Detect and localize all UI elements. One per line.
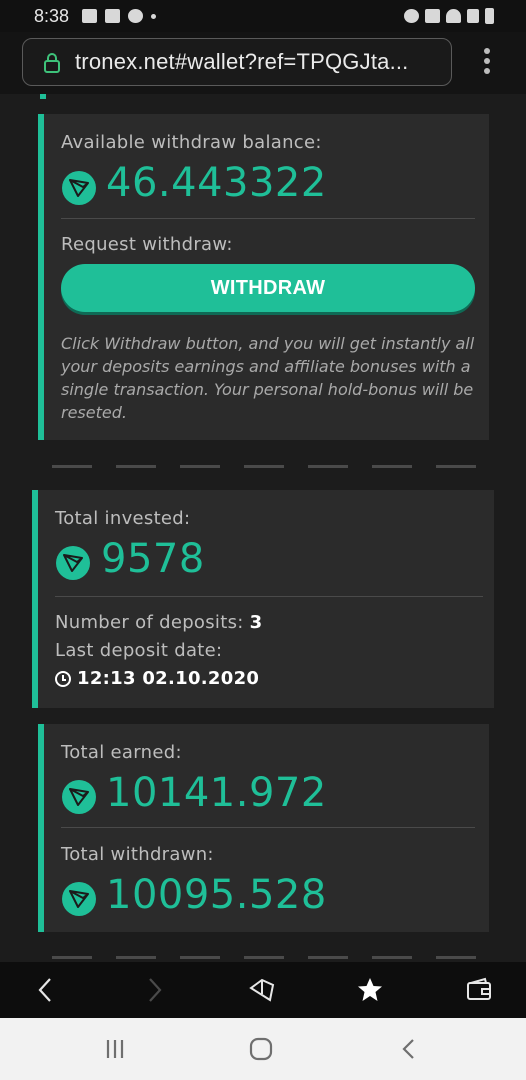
browser-menu-icon[interactable]	[480, 48, 494, 78]
tron-coin-icon	[62, 171, 96, 205]
browser-address-bar: tronex.net#wallet?ref=TPQGJta...	[0, 32, 526, 94]
store-notification-icon	[105, 9, 120, 23]
clock-icon	[55, 671, 71, 687]
total-withdrawn-value: 10095.528	[106, 872, 327, 918]
wifi-icon	[446, 9, 461, 23]
url-text: tronex.net#wallet?ref=TPQGJta...	[75, 49, 409, 74]
notification-icons	[82, 9, 156, 23]
total-invested-label: Total invested:	[55, 508, 191, 529]
status-bar: 8:38	[0, 0, 526, 32]
page-content: Available withdraw balance: 46.443322 Re…	[0, 94, 526, 962]
divider	[55, 596, 483, 597]
total-earned-value: 10141.972	[106, 770, 327, 816]
lock-icon	[44, 53, 60, 73]
bookmark-star-icon[interactable]	[356, 976, 384, 1004]
android-nav-bar	[0, 1018, 526, 1080]
recent-apps-icon[interactable]	[102, 1036, 128, 1062]
home-icon[interactable]	[248, 1036, 274, 1062]
nav-back-icon[interactable]	[396, 1036, 422, 1062]
available-balance-value: 46.443322	[106, 160, 327, 206]
total-invested-value: 9578	[101, 536, 205, 582]
invested-card: Total invested: 9578 Number of deposits:…	[32, 490, 494, 708]
divider	[61, 218, 475, 219]
vpn-shield-icon[interactable]	[248, 976, 276, 1004]
last-deposit-row: 12:13 02.10.2020	[55, 668, 259, 689]
gallery-notification-icon	[82, 9, 97, 23]
system-icons	[404, 8, 494, 24]
tron-coin-icon	[56, 546, 90, 580]
number-of-deposits-row: Number of deposits: 3	[55, 612, 262, 633]
alarm-icon	[404, 9, 419, 23]
messenger-notification-icon	[128, 9, 143, 23]
withdraw-button[interactable]: WITHDRAW	[61, 264, 475, 312]
more-notifications-icon	[151, 14, 156, 19]
withdraw-card: Available withdraw balance: 46.443322 Re…	[38, 114, 489, 440]
back-icon[interactable]	[32, 976, 60, 1004]
mute-icon	[425, 9, 440, 23]
number-of-deposits-label: Number of deposits:	[55, 612, 244, 633]
signal-icon	[467, 9, 479, 23]
previous-card-edge	[40, 94, 46, 99]
url-field[interactable]: tronex.net#wallet?ref=TPQGJta...	[22, 38, 452, 86]
section-divider	[52, 956, 478, 959]
number-of-deposits-value: 3	[249, 612, 263, 633]
tron-coin-icon	[62, 780, 96, 814]
last-deposit-label: Last deposit date:	[55, 640, 223, 661]
available-balance-label: Available withdraw balance:	[61, 132, 322, 153]
last-deposit-value: 12:13 02.10.2020	[77, 668, 260, 689]
section-divider	[52, 465, 478, 468]
forward-icon[interactable]	[140, 976, 168, 1004]
request-withdraw-label: Request withdraw:	[61, 234, 233, 255]
battery-icon	[485, 8, 494, 24]
divider	[61, 827, 475, 828]
tron-coin-icon	[62, 882, 96, 916]
withdraw-note: Click Withdraw button, and you will get …	[61, 334, 475, 422]
total-earned-label: Total earned:	[61, 742, 182, 763]
browser-toolbar	[0, 962, 526, 1018]
status-time: 8:38	[34, 6, 70, 26]
earned-card: Total earned: 10141.972 Total withdrawn:…	[38, 724, 489, 932]
total-withdrawn-label: Total withdrawn:	[61, 844, 214, 865]
wallet-icon[interactable]	[465, 976, 493, 1004]
